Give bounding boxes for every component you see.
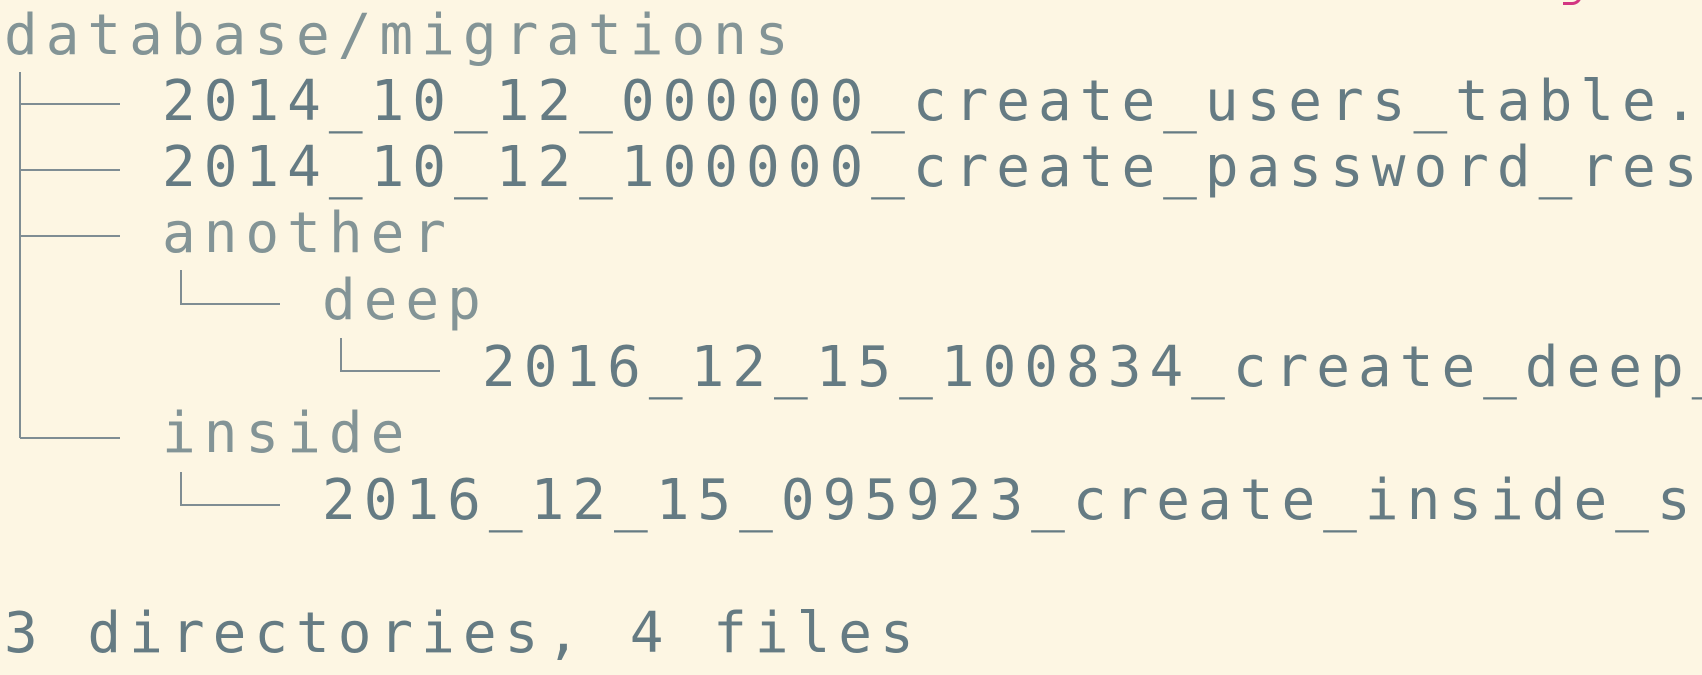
directory-entry-inside: inside	[162, 401, 413, 466]
file-entry-users-table: 2014_10_12_000000_create_users_table.ph	[162, 69, 1702, 134]
file-entry-password-reset: 2014_10_12_100000_create_password_reset	[162, 135, 1702, 200]
file-entry-inside-sub: 2016_12_15_095923_create_inside_sub	[322, 468, 1702, 533]
tree-branch-inside	[180, 472, 280, 506]
file-entry-deep-table: 2016_12_15_100834_create_deep_t	[482, 335, 1702, 400]
tree-branch-deep	[340, 338, 440, 372]
cursor-mark-icon	[1563, 0, 1582, 5]
tree-branch-root	[19, 72, 120, 439]
root-directory-path: database/migrations	[4, 3, 797, 68]
tree-summary: 3 directories, 4 files	[4, 601, 922, 666]
tree-branch-another	[180, 270, 280, 305]
terminal-window: database/migrations 2014_10_12_000000_cr…	[0, 0, 1702, 675]
directory-entry-another: another	[162, 201, 455, 266]
directory-entry-deep: deep	[322, 268, 489, 333]
